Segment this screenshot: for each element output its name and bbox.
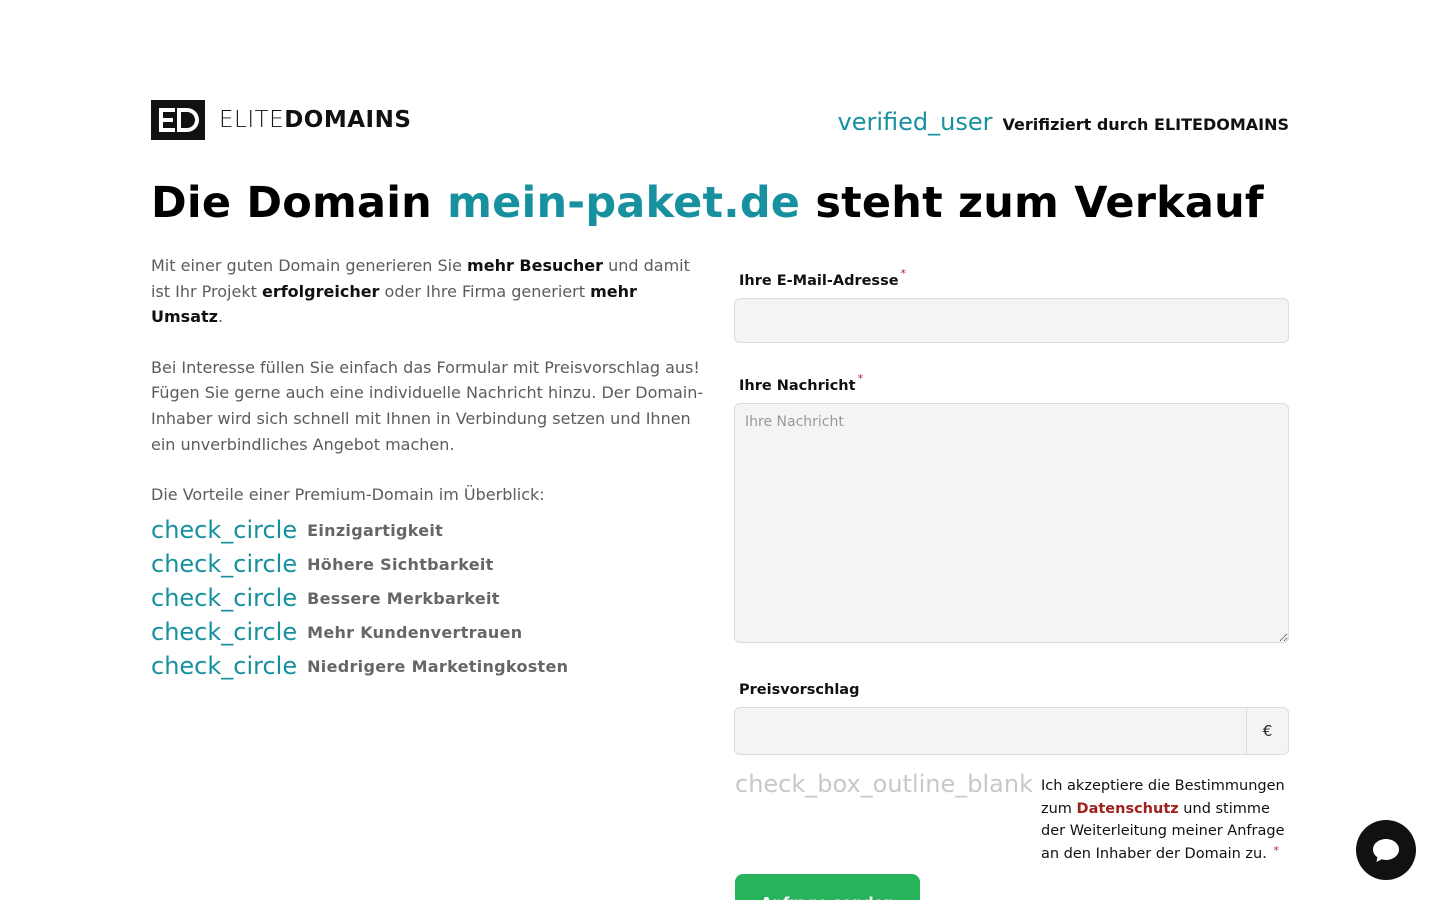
benefits-list: check_circle Einzigartigkeit check_circl… bbox=[151, 514, 711, 684]
brand-name-bold: DOMAINS bbox=[284, 107, 412, 133]
required-mark: * bbox=[900, 267, 907, 280]
benefits-intro: Die Vorteile einer Premium-Domain im Übe… bbox=[151, 485, 545, 505]
intro-paragraph-2: Bei Interesse füllen Sie einfach das For… bbox=[151, 357, 704, 454]
message-textarea[interactable] bbox=[734, 403, 1289, 643]
header: ELITEDOMAINS verified_user Verifiziert d… bbox=[151, 100, 1289, 140]
required-mark: * bbox=[857, 372, 864, 385]
price-field[interactable] bbox=[735, 708, 1247, 754]
consent-text: Ich akzeptiere die Bestimmungen zum Date… bbox=[1041, 775, 1291, 865]
list-item: check_circle Bessere Merkbarkeit bbox=[151, 582, 711, 616]
list-item: check_circle Höhere Sichtbarkeit bbox=[151, 548, 711, 582]
price-input-group: € bbox=[734, 707, 1289, 755]
intro-text: . bbox=[217, 307, 224, 327]
required-mark: * bbox=[1273, 843, 1279, 857]
chat-widget-button[interactable] bbox=[1356, 820, 1416, 880]
verified-badge: verified_user Verifiziert durch ELITEDOM… bbox=[838, 108, 1289, 136]
email-field[interactable] bbox=[734, 298, 1289, 343]
benefit-label: Bessere Merkbarkeit bbox=[307, 588, 500, 608]
check-circle-icon: check_circle bbox=[151, 515, 298, 544]
headline-domain: mein-paket.de bbox=[447, 178, 801, 228]
headline-prefix: Die Domain bbox=[151, 178, 448, 228]
verified-text: Verifiziert durch ELITEDOMAINS bbox=[1002, 115, 1289, 134]
currency-addon: € bbox=[1246, 708, 1288, 754]
message-label: Ihre Nachricht bbox=[739, 378, 856, 394]
intro-column: Mit einer guten Domain generieren Sie me… bbox=[151, 253, 711, 684]
message-label-row: Ihre Nachricht * bbox=[734, 372, 1289, 395]
check-circle-icon: check_circle bbox=[151, 651, 298, 680]
check-circle-icon: check_circle bbox=[151, 583, 298, 612]
benefit-label: Einzigartigkeit bbox=[307, 520, 444, 540]
headline-suffix: steht zum Verkauf bbox=[800, 178, 1264, 228]
verified-user-icon: verified_user bbox=[837, 108, 993, 136]
brand-logo-text[interactable]: ELITEDOMAINS bbox=[219, 106, 411, 134]
intro-emphasis: mehr Besucher bbox=[467, 256, 603, 275]
chat-bubble-icon bbox=[1373, 839, 1399, 862]
benefit-label: Niedrigere Marketingkosten bbox=[307, 656, 569, 676]
email-label: Ihre E-Mail-Adresse bbox=[739, 273, 899, 289]
price-label-row: Preisvorschlag bbox=[734, 679, 1289, 699]
intro-text: oder Ihre Firma generiert bbox=[379, 281, 591, 301]
benefit-label: Höhere Sichtbarkeit bbox=[307, 554, 494, 574]
list-item: check_circle Einzigartigkeit bbox=[151, 514, 711, 548]
list-item: check_circle Niedrigere Marketingkosten bbox=[151, 650, 711, 684]
intro-emphasis: erfolgreicher bbox=[261, 281, 380, 301]
intro-paragraph-1: Mit einer guten Domain generieren Sie me… bbox=[151, 253, 711, 330]
brand-logo-mark[interactable] bbox=[151, 100, 205, 140]
benefit-label: Mehr Kundenvertrauen bbox=[307, 622, 523, 642]
list-item: check_circle Mehr Kundenvertrauen bbox=[151, 616, 711, 650]
check-circle-icon: check_circle bbox=[151, 549, 298, 578]
email-label-row: Ihre E-Mail-Adresse * bbox=[734, 267, 1289, 290]
check-circle-icon: check_circle bbox=[151, 617, 298, 646]
checkbox-outline-icon[interactable]: check_box_outline_blank bbox=[735, 770, 1033, 798]
intro-text: Mit einer guten Domain generieren Sie bbox=[151, 256, 468, 275]
page-title: Die Domain mein-paket.de steht zum Verka… bbox=[151, 178, 1264, 228]
price-label: Preisvorschlag bbox=[739, 682, 860, 698]
inquiry-form: Ihre E-Mail-Adresse* Ihre Nachricht* Pre… bbox=[734, 267, 1289, 755]
submit-button[interactable]: Anfrage senden bbox=[735, 874, 920, 900]
brand-name-light: ELITE bbox=[219, 107, 285, 133]
privacy-link[interactable]: Datenschutz bbox=[1077, 801, 1179, 817]
